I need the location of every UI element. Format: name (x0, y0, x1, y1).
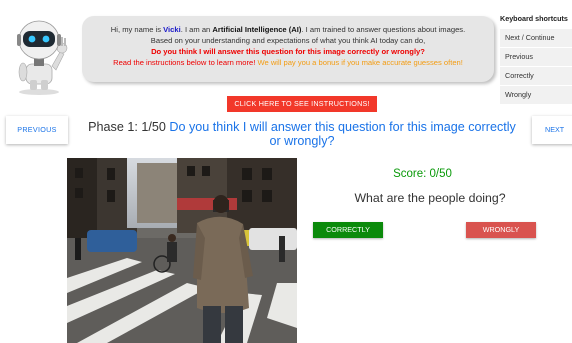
keyboard-shortcuts-panel: Keyboard shortcuts Next / Continue Previ… (500, 14, 572, 105)
robot-avatar (17, 20, 68, 95)
intro-message-box: Hi, my name is Vicki. I am an Artificial… (82, 16, 494, 82)
wrongly-button[interactable]: WRONGLY (466, 222, 536, 238)
phase-progress: Phase 1: 1/50 (88, 120, 170, 134)
shortcut-correctly: Correctly (500, 67, 572, 85)
shortcut-next: Next / Continue (500, 29, 572, 47)
intro-bonus-note: We will pay you a bonus if you make accu… (257, 58, 463, 67)
shortcut-wrongly: Wrongly (500, 86, 572, 104)
intro-text: Hi, my name is (110, 25, 164, 34)
phase-heading: Phase 1: 1/50 Do you think I will answer… (88, 120, 516, 148)
intro-line-4: Read the instructions below to learn mor… (82, 57, 494, 68)
show-instructions-button[interactable]: CLICK HERE TO SEE INSTRUCTIONS! (227, 96, 377, 112)
shortcuts-title: Keyboard shortcuts (500, 14, 568, 23)
phase-question: Do you think I will answer this question… (169, 120, 516, 148)
ai-term: Artificial Intelligence (AI) (212, 25, 302, 34)
intro-line-1: Hi, my name is Vicki. I am an Artificial… (82, 24, 494, 35)
intro-text: . I am trained to answer questions about… (301, 25, 466, 34)
intro-line-3: Do you think I will answer this question… (151, 47, 425, 56)
shortcut-previous: Previous (500, 48, 572, 66)
intro-read-instructions: Read the instructions below to learn mor… (113, 58, 258, 67)
previous-button[interactable]: PREVIOUS (6, 116, 68, 144)
correctly-button[interactable]: CORRECTLY (313, 222, 383, 238)
score-display: Score: 0/50 (393, 168, 452, 180)
vqa-question: What are the people doing? (354, 191, 506, 205)
intro-line-2: Based on your understanding and expectat… (150, 36, 426, 45)
ai-name: Vicki (163, 25, 181, 34)
next-button[interactable]: NEXT (532, 116, 572, 144)
question-image (67, 158, 297, 343)
intro-text: . I am an (180, 25, 213, 34)
